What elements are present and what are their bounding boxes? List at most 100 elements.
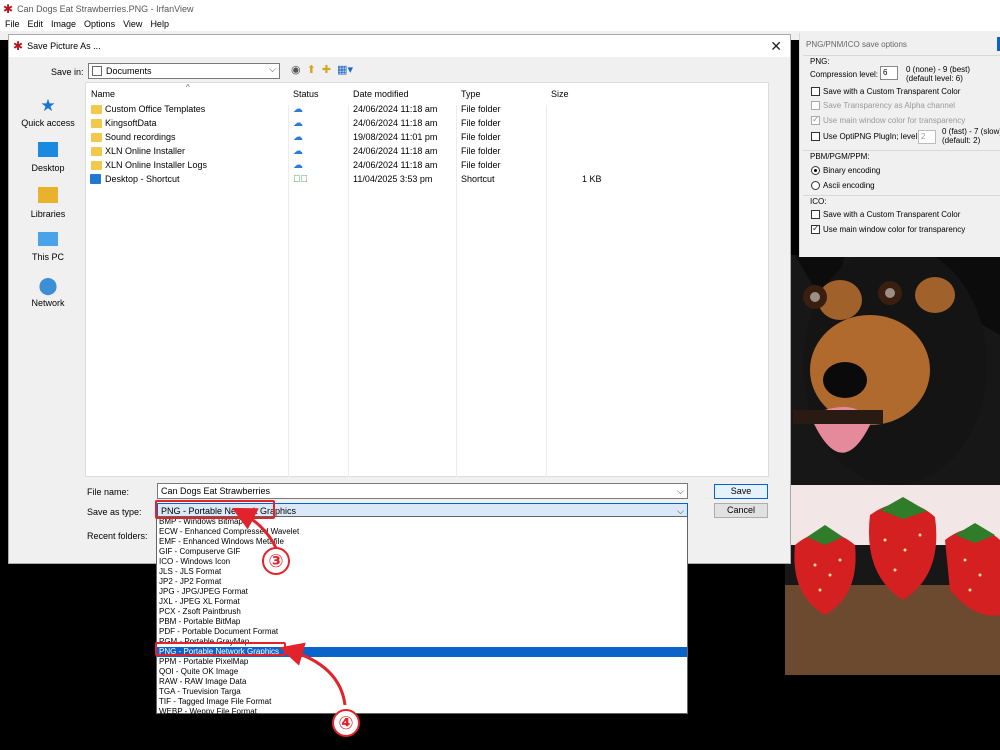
- type-option-jp2[interactable]: JP2 - JP2 Format: [157, 577, 687, 587]
- type-option-raw[interactable]: RAW - RAW Image Data: [157, 677, 687, 687]
- close-icon[interactable]: ✕: [770, 38, 782, 55]
- chevron-down-icon[interactable]: ⌵: [677, 484, 684, 498]
- menu-options[interactable]: Options: [84, 19, 115, 29]
- place-quick-access-label: Quick access: [21, 118, 75, 128]
- optipng-level-input[interactable]: 2: [918, 130, 936, 144]
- file-name-value: Can Dogs Eat Strawberries: [161, 486, 271, 496]
- menu-edit[interactable]: Edit: [28, 19, 44, 29]
- compression-level-input[interactable]: 6: [880, 66, 898, 80]
- file-date: 11/04/2025 3:53 pm: [353, 174, 433, 184]
- place-quick-access[interactable]: ★ Quick access: [13, 96, 83, 129]
- menu-image[interactable]: Image: [51, 19, 76, 29]
- type-option-tif[interactable]: TIF - Tagged Image File Format: [157, 697, 687, 707]
- place-network[interactable]: ⬤ Network: [13, 276, 83, 309]
- file-row[interactable]: KingsoftData ☁ 24/06/2024 11:18 am File …: [86, 116, 768, 130]
- folder-icon: [91, 161, 102, 170]
- type-option-ecw[interactable]: ECW - Enhanced Compressed Wavelet: [157, 527, 687, 537]
- custom-transparent-checkbox[interactable]: [811, 87, 820, 96]
- main-window-color-checkbox[interactable]: [811, 114, 820, 125]
- app-title: Can Dogs Eat Strawberries.PNG - IrfanVie…: [17, 3, 194, 14]
- type-option-ppm[interactable]: PPM - Portable PixelMap: [157, 657, 687, 667]
- alpha-channel-checkbox[interactable]: [811, 101, 820, 110]
- binary-encoding-radio[interactable]: [811, 166, 820, 175]
- type-option-jpg[interactable]: JPG - JPG/JPEG Format: [157, 587, 687, 597]
- type-option-tga[interactable]: TGA - Truevision Targa: [157, 687, 687, 697]
- place-libraries[interactable]: Libraries: [13, 187, 83, 219]
- pbm-group-label: PBM/PGM/PPM:: [810, 152, 870, 161]
- dialog-toolbar: ◉ ⬆ ✚ ▦▾: [291, 63, 353, 76]
- type-option-ico[interactable]: ICO - Windows Icon: [157, 557, 687, 567]
- new-folder-icon[interactable]: ✚: [322, 63, 331, 76]
- save-button[interactable]: Save: [714, 484, 768, 499]
- compression-hint: 0 (none) - 9 (best): [906, 65, 971, 74]
- place-this-pc[interactable]: This PC: [13, 232, 83, 262]
- save-as-type-options-list: BMP - Windows Bitmap ECW - Enhanced Comp…: [156, 516, 688, 717]
- menu-file[interactable]: File: [5, 19, 20, 29]
- file-name: XLN Online Installer: [105, 146, 186, 156]
- back-icon[interactable]: ◉: [291, 63, 301, 76]
- column-size[interactable]: Size: [551, 89, 569, 99]
- save-in-dropdown[interactable]: Documents ⌵: [88, 63, 280, 79]
- save-in-value: Documents: [106, 66, 152, 76]
- file-row[interactable]: XLN Online Installer Logs ☁ 24/06/2024 1…: [86, 158, 768, 172]
- folder-icon: [91, 119, 102, 128]
- optipng-checkbox[interactable]: [811, 132, 820, 141]
- column-name[interactable]: Name: [91, 89, 115, 99]
- column-date-modified[interactable]: Date modified: [353, 89, 409, 99]
- step-badge-4: ④: [332, 709, 360, 737]
- view-menu-icon[interactable]: ▦▾: [337, 63, 353, 76]
- type-option-jls[interactable]: JLS - JLS Format: [157, 567, 687, 577]
- file-row[interactable]: Custom Office Templates ☁ 24/06/2024 11:…: [86, 102, 768, 116]
- place-libraries-label: Libraries: [30, 209, 66, 219]
- app-titlebar: ✱ Can Dogs Eat Strawberries.PNG - IrfanV…: [0, 0, 1000, 17]
- place-this-pc-label: This PC: [31, 252, 64, 262]
- synced-status-icon: ✓⃝: [293, 174, 308, 185]
- file-row[interactable]: XLN Online Installer ☁ 24/06/2024 11:18 …: [86, 144, 768, 158]
- optipng-hint: 0 (fast) - 7 (slow): [942, 127, 1000, 136]
- file-date: 24/06/2024 11:18 am: [353, 104, 438, 114]
- file-type: File folder: [461, 146, 501, 156]
- type-option-qoi[interactable]: QOI - Quite OK Image: [157, 667, 687, 677]
- network-icon: ⬤: [38, 276, 58, 295]
- cloud-status-icon: ☁: [293, 160, 303, 171]
- file-name: Desktop - Shortcut: [105, 174, 180, 184]
- type-option-gif[interactable]: GIF - Compuserve GIF: [157, 547, 687, 557]
- type-option-webp[interactable]: WEBP - Weppy File Format: [157, 707, 687, 717]
- menu-help[interactable]: Help: [150, 19, 169, 29]
- place-desktop[interactable]: Desktop: [13, 142, 83, 173]
- ico-custom-transparent-checkbox[interactable]: [811, 210, 820, 219]
- ico-main-window-color-checkbox[interactable]: [811, 223, 820, 234]
- ascii-encoding-radio[interactable]: [811, 181, 820, 190]
- type-option-pcx[interactable]: PCX - Zsoft Paintbrush: [157, 607, 687, 617]
- column-type[interactable]: Type: [461, 89, 481, 99]
- compression-default-hint: (default level: 6): [906, 74, 963, 83]
- computer-icon: [38, 232, 58, 246]
- cloud-status-icon: ☁: [293, 132, 303, 143]
- file-type: Shortcut: [461, 174, 495, 184]
- png-save-options-panel: PNG/PNM/ICO save options PNG: Compressio…: [799, 33, 1000, 257]
- type-option-pbm[interactable]: PBM - Portable BitMap: [157, 617, 687, 627]
- file-row[interactable]: Desktop - Shortcut ✓⃝ 11/04/2025 3:53 pm…: [86, 172, 768, 186]
- file-name-input[interactable]: Can Dogs Eat Strawberries ⌵: [157, 483, 688, 499]
- column-status[interactable]: Status: [293, 89, 319, 99]
- desktop-icon: [38, 142, 58, 157]
- menu-view[interactable]: View: [123, 19, 142, 29]
- desktop-shortcut-icon: [90, 174, 101, 184]
- type-option-jxl[interactable]: JXL - JPEG XL Format: [157, 597, 687, 607]
- file-date: 24/06/2024 11:18 am: [353, 160, 438, 170]
- recent-folders-label: Recent folders:: [87, 531, 148, 541]
- main-window-color-label: Use main window color for transparency: [823, 116, 966, 125]
- ico-group-label: ICO:: [810, 197, 827, 206]
- type-option-pdf[interactable]: PDF - Portable Document Format: [157, 627, 687, 637]
- documents-folder-icon: [92, 66, 102, 76]
- up-folder-icon[interactable]: ⬆: [307, 63, 316, 76]
- file-list: ^ Name Status Date modified Type Size Cu…: [85, 82, 769, 477]
- file-row[interactable]: Sound recordings ☁ 19/08/2024 11:01 pm F…: [86, 130, 768, 144]
- type-option-emf[interactable]: EMF - Enhanced Windows Metafile: [157, 537, 687, 547]
- star-icon: ★: [40, 96, 56, 115]
- irfanview-logo-icon: ✱: [3, 1, 14, 16]
- optipng-default-hint: (default: 2): [942, 136, 981, 145]
- cloud-status-icon: ☁: [293, 118, 303, 129]
- cancel-button[interactable]: Cancel: [714, 503, 768, 518]
- file-type: File folder: [461, 160, 501, 170]
